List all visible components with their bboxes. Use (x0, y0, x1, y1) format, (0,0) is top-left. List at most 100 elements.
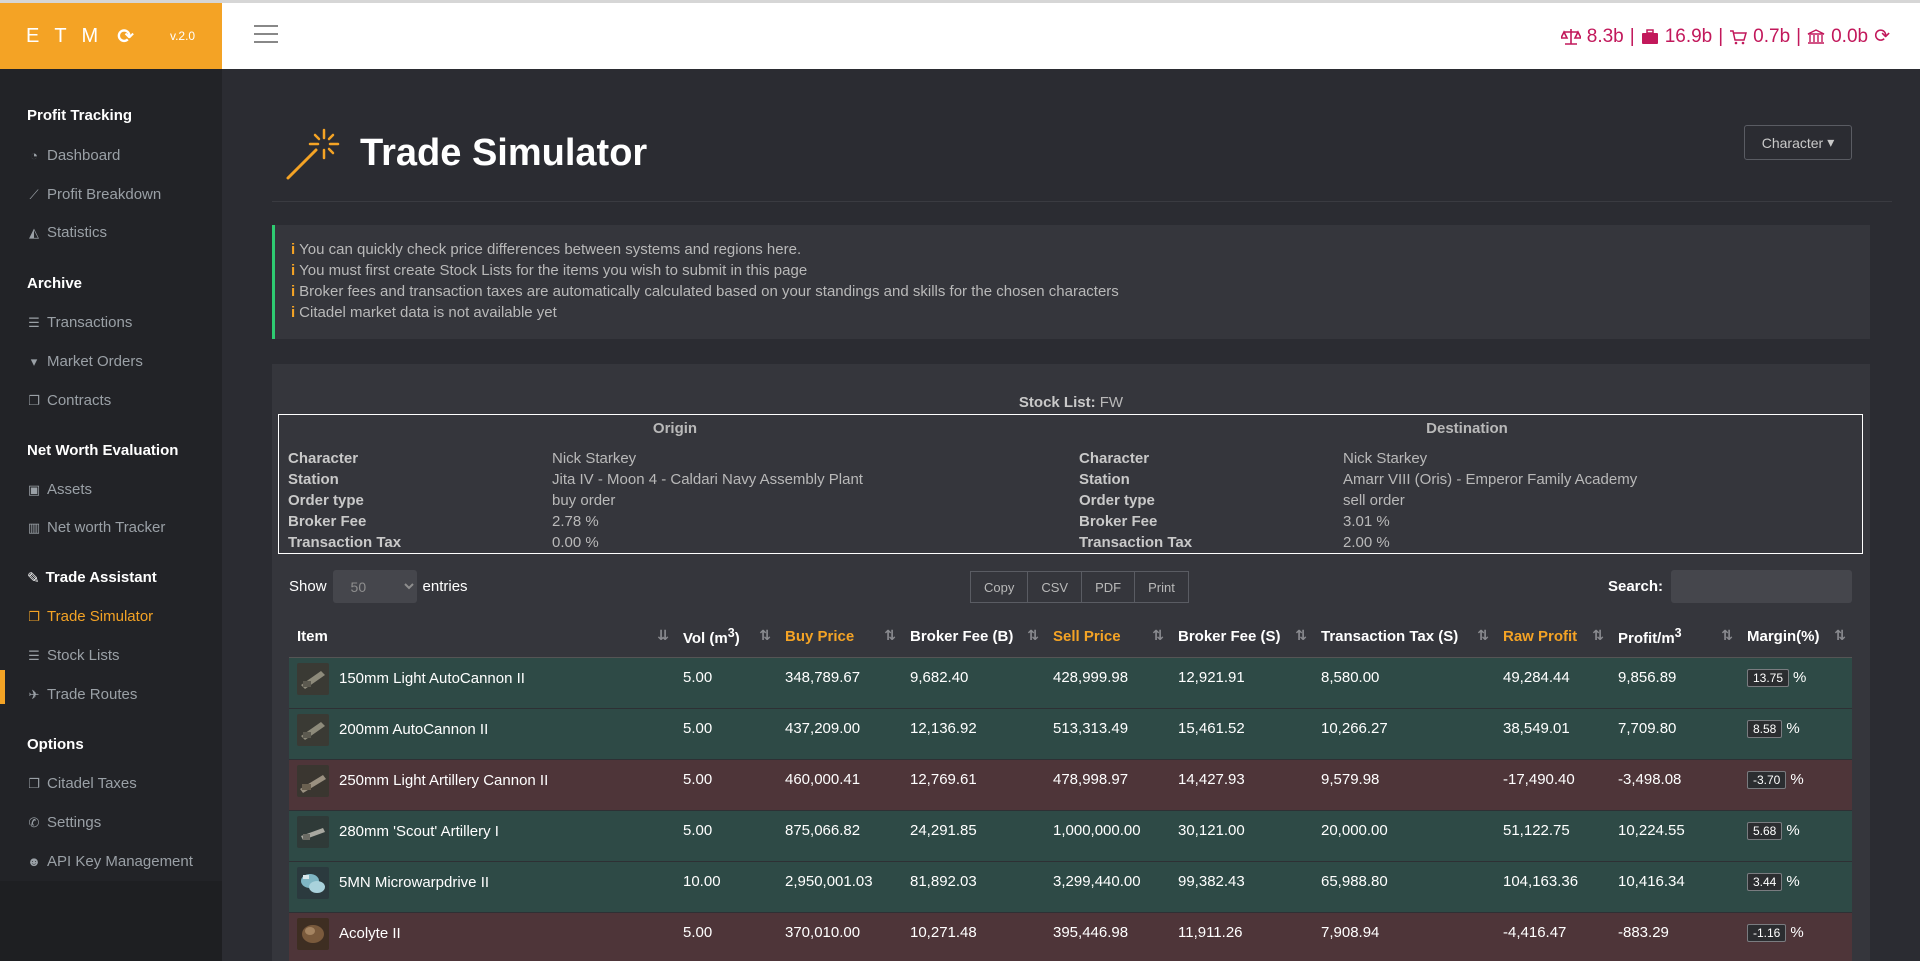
broker-fee-sell-cell: 11,911.26 (1170, 911, 1313, 961)
item-cell: Acolyte II (289, 911, 675, 961)
info-text: Broker fees and transaction taxes are au… (299, 283, 1119, 300)
print-button[interactable]: Print (1135, 571, 1189, 603)
sort-icon[interactable]: ⇅ (759, 627, 771, 644)
balance-stats: 8.3b | 16.9b | 0.7b | 0.0b ⟳ (1560, 25, 1890, 48)
sidebar-item-statistics[interactable]: ◭ Statistics (27, 224, 107, 241)
app-logo[interactable]: ETM (26, 25, 113, 48)
csv-button[interactable]: CSV (1028, 571, 1083, 603)
sell-price-cell: 395,446.98 (1045, 911, 1170, 961)
table-row[interactable]: 200mm AutoCannon II 5.00 437,209.00 12,1… (289, 707, 1852, 759)
sidebar-item-citadel-taxes[interactable]: ❐ Citadel Taxes (27, 775, 137, 792)
entries-select[interactable]: 50 (332, 570, 417, 603)
item-name[interactable]: 280mm 'Scout' Artillery I (339, 823, 499, 840)
sidebar-item-assets[interactable]: ▣ Assets (27, 481, 92, 498)
briefcase-icon (1641, 28, 1658, 44)
volume-cell: 10.00 (675, 860, 777, 912)
sidebar-item-net-worth-tracker[interactable]: ▥ Net worth Tracker (27, 519, 166, 536)
info-line: i Citadel market data is not available ye… (291, 302, 1854, 323)
broker-fee-sell-cell: 30,121.00 (1170, 809, 1313, 861)
sidebar-item-transactions[interactable]: ☰ Transactions (27, 314, 132, 331)
stats-refresh-icon[interactable]: ⟳ (1874, 25, 1890, 48)
origin-label: Character (288, 450, 359, 467)
table-row[interactable]: 250mm Light Artillery Cannon II 5.00 460… (289, 758, 1852, 810)
item-name[interactable]: 5MN Microwarpdrive II (339, 874, 489, 891)
sidebar-item-contracts[interactable]: ❐ Contracts (27, 392, 111, 409)
margin-value: -1.16 (1747, 923, 1787, 942)
simulator-panel: Stock List: FW Origin Destination Charac… (272, 364, 1870, 961)
origin-destination-box: Origin Destination Character Nick Starke… (278, 414, 1863, 554)
sidebar-item-dashboard[interactable]: ◔ Dashboard (27, 147, 120, 164)
sort-icon[interactable]: ⇅ (1477, 627, 1489, 644)
column-header-volume[interactable]: Vol (m3) ⇅ (675, 617, 777, 658)
destination-label: Character (1079, 450, 1150, 467)
show-label: Show (289, 578, 327, 595)
column-header-buy-price[interactable]: Buy Price ⇅ (777, 617, 902, 658)
destination-value: sell order (1343, 492, 1405, 509)
column-header-item[interactable]: Item ⇊ (289, 617, 675, 658)
export-buttons: Copy CSV PDF Print (970, 571, 1189, 603)
item-name[interactable]: Acolyte II (339, 925, 401, 942)
item-cell: 250mm Light Artillery Cannon II (289, 758, 675, 810)
sidebar-item-stock-lists[interactable]: ☰ Stock Lists (27, 647, 119, 664)
sort-icon[interactable]: ⇅ (1027, 627, 1039, 644)
section-profit-tracking: Profit Tracking (27, 107, 133, 124)
menu-toggle-icon[interactable] (254, 25, 278, 49)
item-name[interactable]: 150mm Light AutoCannon II (339, 670, 525, 687)
broker-fee-sell-cell: 12,921.91 (1170, 656, 1313, 708)
column-header-sell-price[interactable]: Sell Price ⇅ (1045, 617, 1170, 658)
pdf-button[interactable]: PDF (1082, 571, 1136, 603)
stock-list-name: FW (1099, 394, 1124, 411)
item-cell: 200mm AutoCannon II (289, 707, 675, 759)
sidebar-item-trade-routes[interactable]: ✈ Trade Routes (27, 686, 138, 703)
column-header-profit-per-m3[interactable]: Profit/m3 ⇅ (1610, 617, 1739, 658)
section-net-worth: Net Worth Evaluation (27, 442, 179, 459)
trade-table: Item ⇊ Vol (m3) ⇅ Buy Price ⇅ Broker Fee (B… (289, 617, 1852, 961)
refresh-icon[interactable]: ⟳ (117, 24, 134, 49)
origin-heading: Origin (652, 420, 698, 437)
column-header-broker-fee-buy[interactable]: Broker Fee (B) ⇅ (902, 617, 1045, 658)
broker-fee-sell-cell: 14,427.93 (1170, 758, 1313, 810)
character-dropdown-button[interactable]: Character ▾ (1744, 125, 1852, 160)
autocannon-icon (297, 713, 329, 746)
sell-price-cell: 513,313.49 (1045, 707, 1170, 759)
item-name[interactable]: 200mm AutoCannon II (339, 721, 488, 738)
profit-per-m3-cell: 10,224.55 (1610, 809, 1739, 861)
buy-price-cell: 875,066.82 (777, 809, 902, 861)
table-row[interactable]: Acolyte II 5.00 370,010.00 10,271.48 395… (289, 911, 1852, 961)
table-row[interactable]: 150mm Light AutoCannon II 5.00 348,789.6… (289, 656, 1852, 708)
table-row[interactable]: 5MN Microwarpdrive II 10.00 2,950,001.03… (289, 860, 1852, 912)
column-header-raw-profit[interactable]: Raw Profit ⇅ (1495, 617, 1610, 658)
main-content: Trade Simulator Character ▾ i You can qui… (222, 69, 1920, 961)
top-navbar: 8.3b | 16.9b | 0.7b | 0.0b ⟳ (222, 3, 1920, 69)
sidebar-item-market-orders[interactable]: ▾ Market Orders (27, 353, 143, 370)
margin-value: -3.70 (1747, 770, 1787, 789)
sidebar-item-label: Statistics (47, 224, 108, 241)
sort-icon[interactable]: ⇅ (884, 627, 896, 644)
sort-icon[interactable]: ⇅ (1834, 627, 1846, 644)
bank-icon (1807, 28, 1825, 44)
section-archive: Archive (27, 275, 83, 292)
table-row[interactable]: 280mm 'Scout' Artillery I 5.00 875,066.8… (289, 809, 1852, 861)
broker-fee-buy-cell: 10,271.48 (902, 911, 1045, 961)
sort-icon[interactable]: ⇅ (1295, 627, 1307, 644)
separator: | (1796, 25, 1802, 47)
sort-icon[interactable]: ⇅ (1721, 627, 1733, 644)
sort-icon[interactable]: ⇅ (1592, 627, 1604, 644)
copy-button[interactable]: Copy (970, 571, 1029, 603)
sidebar-item-trade-simulator[interactable]: ❐ Trade Simulator (27, 608, 153, 625)
sidebar-item-settings[interactable]: ✆ Settings (27, 814, 102, 831)
column-header-broker-fee-sell[interactable]: Broker Fee (S) ⇅ (1170, 617, 1313, 658)
sidebar-item-profit-breakdown[interactable]: ⟋ Profit Breakdown (27, 186, 161, 203)
sidebar-item-label: Net worth Tracker (47, 519, 166, 536)
sort-icon[interactable]: ⇅ (1152, 627, 1164, 644)
dashboard-icon: ◔ (30, 148, 38, 163)
item-name[interactable]: 250mm Light Artillery Cannon II (339, 772, 548, 789)
sidebar-item-api-key-management[interactable]: ☻ API Key Management (27, 853, 193, 870)
search-input[interactable] (1671, 570, 1852, 603)
cart-icon: ▾ (30, 353, 38, 369)
buy-price-cell: 437,209.00 (777, 707, 902, 759)
column-header-transaction-tax[interactable]: Transaction Tax (S) ⇅ (1313, 617, 1495, 658)
column-header-margin[interactable]: Margin(%) ⇅ (1739, 617, 1852, 658)
sort-desc-icon[interactable]: ⇊ (657, 627, 669, 644)
origin-value: buy order (552, 492, 616, 509)
